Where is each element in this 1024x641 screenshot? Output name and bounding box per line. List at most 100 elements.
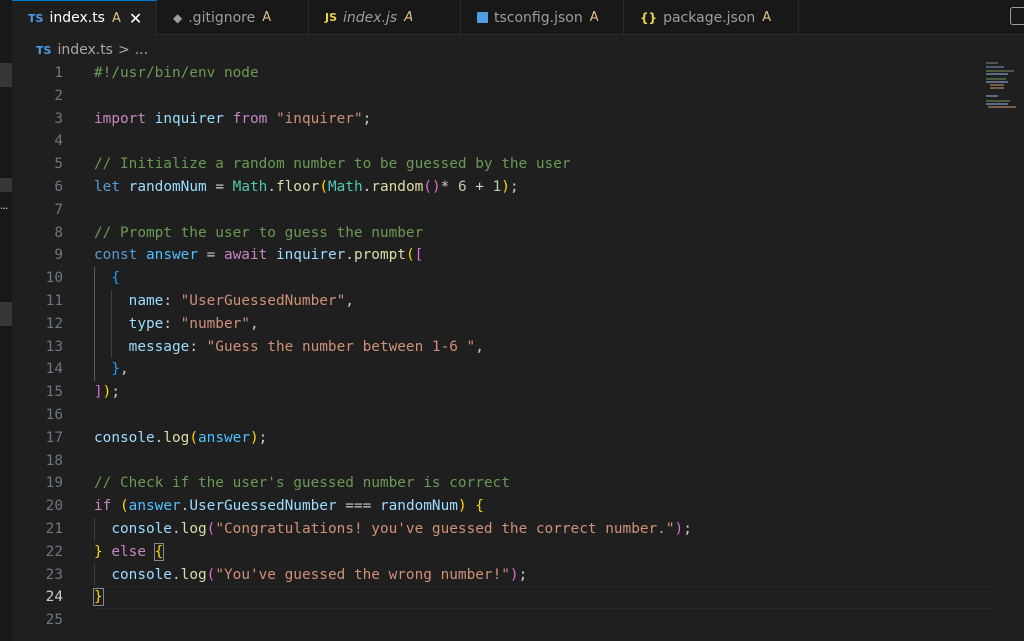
code-line[interactable]: 20 if (answer.UserGuessedNumber === rando…: [12, 495, 1024, 518]
code-token: ;: [362, 110, 372, 127]
line-number: 5: [54, 156, 63, 173]
code-token: log: [180, 566, 207, 583]
git-status-badge: A: [404, 10, 414, 25]
code-token: else: [111, 543, 146, 560]
breadcrumb-more[interactable]: ...: [135, 42, 148, 58]
tab-package-json[interactable]: {} package.json A: [624, 0, 799, 35]
code-line[interactable]: 1 #!/usr/bin/env node: [12, 62, 1024, 85]
sidebar-indicator[interactable]: [0, 178, 12, 192]
code-line[interactable]: 9 const answer = await inquirer.prompt([: [12, 244, 1024, 267]
minimap[interactable]: [986, 62, 1016, 112]
code-token: {: [153, 542, 165, 561]
code-line[interactable]: 13 message: "Guess the number between 1-…: [12, 336, 1024, 359]
code-token: // Initialize a random number to be gues…: [94, 156, 571, 173]
line-code: console.log("You've guessed the wrong nu…: [94, 564, 527, 587]
code-token: ;: [509, 179, 519, 195]
line-number: 3: [54, 110, 63, 127]
code-token: ): [249, 429, 259, 446]
close-icon[interactable]: ✕: [129, 9, 142, 28]
javascript-file-icon: JS: [325, 11, 338, 24]
code-token: (): [423, 179, 441, 195]
tab-label: package.json: [663, 9, 756, 26]
code-token: Math: [327, 179, 363, 195]
activity-bar-edge: ···: [0, 0, 12, 641]
code-editor[interactable]: 1 #!/usr/bin/env node 2 3 import inquirer fr…: [12, 62, 1024, 641]
code-line[interactable]: 14 },: [12, 358, 1024, 381]
code-line[interactable]: 24}: [12, 586, 1024, 609]
code-line[interactable]: 7: [12, 199, 1024, 222]
line-number: 12: [45, 315, 63, 332]
line-number: 4: [54, 133, 63, 150]
code-token: ;: [518, 566, 528, 583]
code-line[interactable]: 6 let randomNum = Math.floor(Math.random(…: [12, 176, 1024, 199]
sidebar-indicator[interactable]: [0, 302, 12, 326]
tab-index-ts[interactable]: TS index.ts A ✕: [12, 0, 157, 35]
line-code: message: "Guess the number between 1-6 "…: [94, 336, 484, 359]
code-token: =: [206, 179, 233, 195]
indent-guide: [94, 563, 95, 587]
line-code: console.log(answer);: [94, 427, 267, 450]
code-token: log: [180, 521, 207, 537]
code-token: }: [94, 543, 103, 560]
code-line[interactable]: 5 // Initialize a random number to be gue…: [12, 153, 1024, 176]
code-line[interactable]: 15]);: [12, 381, 1024, 404]
code-token: ): [457, 498, 467, 515]
tab-tsconfig[interactable]: tsconfig.json A: [461, 0, 624, 35]
line-number: 10: [45, 270, 63, 287]
code-token: import: [94, 110, 146, 127]
code-line[interactable]: 17 console.log(answer);: [12, 427, 1024, 450]
line-code: },: [94, 358, 128, 381]
code-line[interactable]: 12 type: "number",: [12, 313, 1024, 336]
code-token: message: [128, 338, 190, 355]
code-token: .: [171, 521, 181, 537]
code-line[interactable]: 25: [12, 609, 1024, 632]
tab-label: .gitignore: [188, 9, 256, 26]
line-number: 23: [45, 566, 63, 583]
code-token: (: [319, 179, 328, 195]
editor-tab-bar: TS index.ts A ✕ ◆ .gitignore A JS index.…: [12, 0, 1024, 35]
code-token: random: [371, 179, 424, 195]
code-line[interactable]: 21 console.log("Congratulations! you've …: [12, 518, 1024, 541]
line-number: 22: [45, 543, 63, 560]
code-line[interactable]: 10 {: [12, 267, 1024, 290]
code-token: randomNum: [379, 498, 458, 515]
code-line[interactable]: 4: [12, 130, 1024, 153]
code-line[interactable]: 16: [12, 404, 1024, 427]
code-line[interactable]: 22} else {: [12, 541, 1024, 564]
sidebar-indicator[interactable]: [0, 63, 12, 87]
line-code: // Initialize a random number to be gues…: [94, 153, 571, 176]
code-token: 6: [457, 179, 467, 195]
code-line[interactable]: 2: [12, 85, 1024, 108]
line-code: // Check if the user's guessed number is…: [94, 472, 510, 495]
git-status-badge: A: [262, 10, 272, 25]
tab-index-js[interactable]: JS index.js A: [309, 0, 461, 35]
code-line[interactable]: 18: [12, 450, 1024, 473]
split-editor-icon[interactable]: [1010, 7, 1024, 25]
code-token: // Prompt the user to guess the number: [94, 224, 424, 241]
code-token: console: [94, 429, 155, 446]
code-line[interactable]: 8 // Prompt the user to guess the number: [12, 222, 1024, 245]
more-actions-icon[interactable]: ···: [0, 203, 12, 215]
code-token: }: [93, 588, 104, 607]
code-token: *: [440, 179, 458, 195]
indent-guide: [94, 267, 95, 382]
breadcrumb-file[interactable]: index.ts: [57, 42, 113, 58]
tab-gitignore[interactable]: ◆ .gitignore A: [157, 0, 309, 35]
code-token: :: [189, 338, 207, 355]
code-line[interactable]: 19 // Check if the user's guessed number …: [12, 472, 1024, 495]
code-token: :: [163, 315, 181, 332]
line-code: ]);: [94, 381, 120, 404]
code-token: ): [509, 566, 519, 583]
line-number: 8: [54, 224, 63, 241]
line-code: } else {: [94, 541, 165, 564]
code-line[interactable]: 11 name: "UserGuessedNumber",: [12, 290, 1024, 313]
code-line[interactable]: 23 console.log("You've guessed the wrong…: [12, 564, 1024, 587]
code-token: name: [128, 293, 164, 309]
code-line[interactable]: 3 import inquirer from "inquirer";: [12, 108, 1024, 131]
